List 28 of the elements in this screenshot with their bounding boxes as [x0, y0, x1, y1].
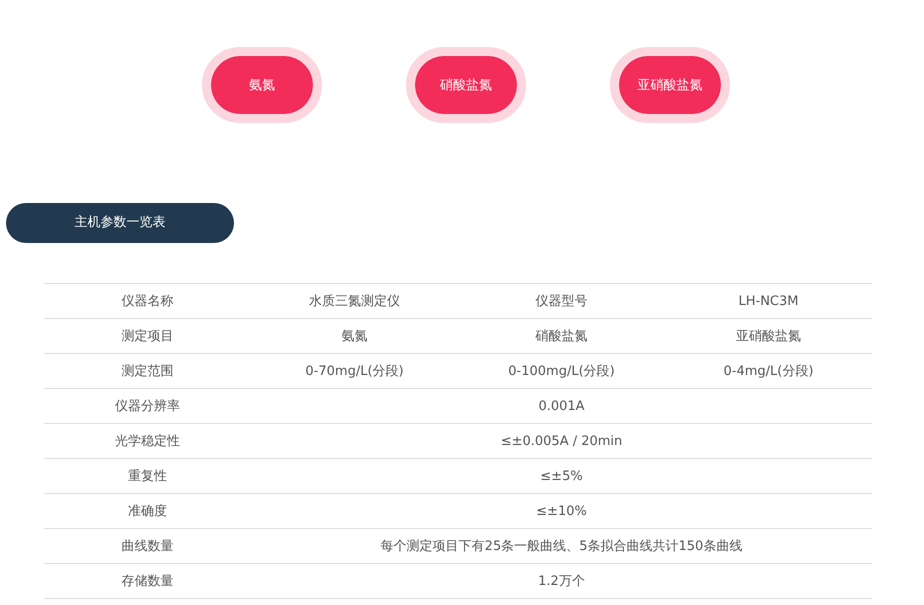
category-button[interactable]: 硝酸盐氮: [406, 47, 526, 123]
table-cell: ≤±5%: [251, 458, 872, 494]
section-title: 主机参数一览表: [6, 203, 234, 243]
table-cell: 存储数量: [44, 564, 251, 598]
table-cell: LH-NC3M: [665, 284, 872, 318]
table-cell: 氨氮: [251, 318, 458, 354]
table-cell: 0-100mg/L(分段): [458, 354, 665, 388]
table-cell: 0-70mg/L(分段): [251, 354, 458, 388]
table-cell: 重复性: [44, 458, 251, 494]
category-button[interactable]: 亚硝酸盐氮: [610, 47, 730, 123]
table-cell: 1.2万个: [251, 564, 872, 598]
table-cell: 测定项目: [44, 318, 251, 354]
table-cell: 仪器名称: [44, 284, 251, 318]
table-cell: 光学稳定性: [44, 424, 251, 458]
table-cell: 曲线数量: [44, 528, 251, 564]
table-cell: 准确度: [44, 494, 251, 528]
table-cell: 0-4mg/L(分段): [665, 354, 872, 388]
table-cell: ≤±10%: [251, 494, 872, 528]
table-cell: 测定范围: [44, 354, 251, 388]
table-cell: 仪器分辨率: [44, 388, 251, 424]
table-cell: 硝酸盐氮: [458, 318, 665, 354]
category-button[interactable]: 氨氮: [202, 47, 322, 123]
table-cell: 0.001A: [251, 388, 872, 424]
table-cell: 仪器型号: [458, 284, 665, 318]
table-cell: 每个测定项目下有25条一般曲线、5条拟合曲线共计150条曲线: [251, 528, 872, 564]
table-cell: 亚硝酸盐氮: [665, 318, 872, 354]
table-cell: 水质三氮测定仪: [251, 284, 458, 318]
table-cell: ≤±0.005A / 20min: [251, 424, 872, 458]
